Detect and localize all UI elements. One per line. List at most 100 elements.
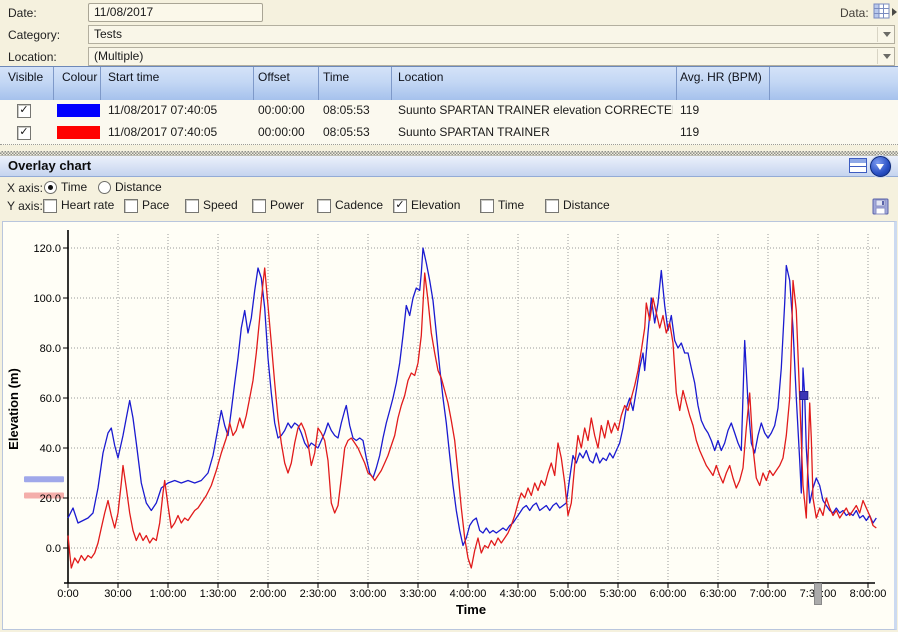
row-cell-avg_hr: 119 <box>680 103 700 117</box>
category-value: Tests <box>94 27 123 41</box>
overlay-titlebar: Overlay chart <box>0 156 898 177</box>
y-axis-checkbox-distance[interactable] <box>545 199 559 213</box>
row-cell-start_time: 11/08/2017 07:40:05 <box>108 103 218 117</box>
row-cell-offset: 00:00:00 <box>258 125 305 139</box>
chart-panel: 0.0 20.0 40.0 60.0 80.0 100.0 120.0 0:00 30:00 1:… <box>2 221 897 630</box>
x-axis-radio-time[interactable] <box>44 181 57 194</box>
column-header-avg-hr-bpm-[interactable]: Avg. HR (BPM) <box>680 71 762 84</box>
y-axis-checkbox-heart-rate[interactable] <box>43 199 57 213</box>
x-axis-options-row: X axis: Time Distance <box>0 179 898 197</box>
y-tick-label: 20.0 <box>40 493 61 505</box>
row-visible-checkbox[interactable]: ✓ <box>17 104 31 118</box>
column-separator <box>253 67 254 101</box>
row-cell-time: 08:05:53 <box>323 103 370 117</box>
x-axis-option-label: Time <box>61 180 88 194</box>
y-tick-label: 40.0 <box>40 443 61 455</box>
column-separator <box>53 67 54 101</box>
save-icon[interactable] <box>872 198 889 215</box>
location-combo[interactable]: (Multiple) <box>88 47 895 66</box>
row-colour-swatch[interactable] <box>57 126 100 139</box>
row-colour-swatch[interactable] <box>57 104 100 117</box>
series-line-1 <box>67 267 877 569</box>
date-input[interactable]: 11/08/2017 <box>88 3 263 22</box>
category-combo[interactable]: Tests <box>88 25 895 44</box>
x-tick-label: 30:00 <box>104 588 132 600</box>
y-axis-option-label: Time <box>498 198 525 212</box>
column-header-visible[interactable]: Visible <box>8 71 43 84</box>
x-tick-label: 2:00:00 <box>250 588 287 600</box>
x-tick-label: 6:00:00 <box>650 588 687 600</box>
chevron-down-icon <box>876 164 884 170</box>
combo-separator <box>877 27 878 42</box>
x-tick-label: 0:00 <box>57 588 78 600</box>
y-tick-label: 100.0 <box>33 293 61 305</box>
y-tick-label: 60.0 <box>40 393 61 405</box>
table-header: Visible Colour Start time Offset Time Locatio… <box>0 66 898 102</box>
x-tick-label: 1:00:00 <box>150 588 187 600</box>
average-elevation-marker <box>24 476 64 483</box>
x-tick-label: 4:00:00 <box>450 588 487 600</box>
column-header-offset[interactable]: Offset <box>258 71 290 84</box>
y-axis-option-label: Speed <box>203 198 238 212</box>
y-axis-checkbox-pace[interactable] <box>124 199 138 213</box>
x-axis-option-label: Distance <box>115 180 162 194</box>
y-tick-label: 120.0 <box>33 243 61 255</box>
column-separator <box>769 67 770 101</box>
row-cell-time: 08:05:53 <box>323 125 370 139</box>
collapse-panel-button[interactable] <box>870 156 891 177</box>
y-axis-checkbox-elevation[interactable]: ✓ <box>393 199 407 213</box>
x-axis-title: Time <box>456 602 486 617</box>
y-axis-checkbox-speed[interactable] <box>185 199 199 213</box>
y-axis-option-label: Elevation <box>411 198 461 212</box>
data-grid-icon[interactable] <box>873 3 890 20</box>
x-tick-label: 5:30:00 <box>600 588 637 600</box>
x-tick-label: 3:30:00 <box>400 588 437 600</box>
overlay-chart-plot[interactable]: 0.0 20.0 40.0 60.0 80.0 100.0 120.0 0:00 30:00 1:… <box>3 222 891 627</box>
panel-layout-icon[interactable] <box>849 158 867 173</box>
y-axis-option-label: Power <box>270 198 305 212</box>
x-tick-label: 1:30:00 <box>200 588 237 600</box>
row-cell-avg_hr: 119 <box>680 125 700 139</box>
data-expand-arrow[interactable] <box>892 8 897 16</box>
data-label: Data: <box>840 6 869 20</box>
x-tick-label: 4:30:00 <box>500 588 537 600</box>
location-label: Location: <box>8 50 57 64</box>
column-header-location[interactable]: Location <box>398 71 443 84</box>
table-row[interactable]: ✓ 11/08/2017 07:40:05 00:00:00 08:05:53 Suun… <box>0 100 898 123</box>
column-separator <box>391 67 392 101</box>
y-axis-checkbox-time[interactable] <box>480 199 494 213</box>
x-tick-label: 3:00:00 <box>350 588 387 600</box>
x-tick-label: 5:00:00 <box>550 588 587 600</box>
selected-point-marker[interactable] <box>799 391 809 400</box>
y-axis-option-label: Pace <box>142 198 170 212</box>
row-cell-offset: 00:00:00 <box>258 103 305 117</box>
x-tick-label: 2:30:00 <box>300 588 337 600</box>
location-value: (Multiple) <box>94 49 144 63</box>
table-row[interactable]: ✓ 11/08/2017 07:40:05 00:00:00 08:05:53 Suun… <box>0 122 898 145</box>
y-axis-checkbox-cadence[interactable] <box>317 199 331 213</box>
row-visible-checkbox[interactable]: ✓ <box>17 126 31 140</box>
y-axis-checkbox-power[interactable] <box>252 199 266 213</box>
chevron-down-icon[interactable] <box>883 32 891 37</box>
radio-dot <box>48 185 53 190</box>
y-tick-label: 80.0 <box>40 343 61 355</box>
y-axis-title: Elevation (m) <box>6 368 21 450</box>
column-separator <box>318 67 319 101</box>
x-tick-label: 8:00:00 <box>850 588 887 600</box>
chevron-down-icon[interactable] <box>883 54 891 59</box>
y-axis-label: Y axis: <box>7 199 43 213</box>
y-tick-label: 0.0 <box>46 543 61 555</box>
column-header-colour[interactable]: Colour <box>62 71 97 84</box>
x-tick-label: 6:30:00 <box>700 588 737 600</box>
column-separator <box>100 67 101 101</box>
row-cell-location: Suunto SPARTAN TRAINER elevation CORRECT… <box>398 103 673 117</box>
x-axis-radio-distance[interactable] <box>98 181 111 194</box>
combo-separator <box>877 49 878 64</box>
series-line-0 <box>67 247 877 547</box>
time-scrubber-handle[interactable] <box>814 583 822 605</box>
app-window: Date: 11/08/2017 Category: Tests Locatio… <box>0 0 898 632</box>
y-axis-option-label: Heart rate <box>61 198 115 212</box>
column-header-start-time[interactable]: Start time <box>108 71 159 84</box>
column-header-time[interactable]: Time <box>323 71 349 84</box>
row-cell-start_time: 11/08/2017 07:40:05 <box>108 125 218 139</box>
